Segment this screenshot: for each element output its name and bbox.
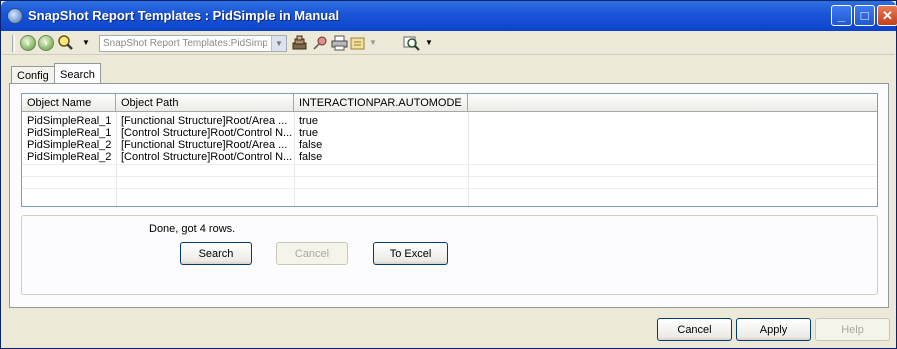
apply-button[interactable]: Apply <box>736 318 811 341</box>
to-excel-button[interactable]: To Excel <box>373 242 448 265</box>
status-text: Done, got 4 rows. <box>149 223 236 235</box>
combo-dropdown-icon[interactable]: ▼ <box>271 36 286 51</box>
results-table[interactable]: Object Name Object Path INTERACTIONPAR.A… <box>21 93 878 207</box>
cell-object-path: [Functional Structure]Root/Area ... <box>121 139 288 151</box>
forward-icon[interactable]: › <box>38 35 54 51</box>
cell-automode: true <box>299 115 318 127</box>
toolbar-grip[interactable] <box>12 35 15 52</box>
report-window: SnapShot Report Templates : PidSimple in… <box>0 0 897 349</box>
tab-search[interactable]: Search <box>54 63 101 84</box>
find-icon[interactable] <box>403 35 420 51</box>
minimize-button[interactable]: _ <box>831 5 852 26</box>
search-dropdown-icon[interactable]: ▼ <box>82 38 90 47</box>
column-header-object-path[interactable]: Object Path <box>116 94 294 112</box>
column-header-automode[interactable]: INTERACTIONPAR.AUTOMODE <box>294 94 468 112</box>
search-controls-group: Done, got 4 rows. Search Cancel To Excel <box>21 215 878 295</box>
row-divider <box>22 164 877 165</box>
export-dropdown-icon[interactable]: ▼ <box>369 38 377 47</box>
stack-icon[interactable] <box>291 35 308 51</box>
search-tab-panel: Object Name Object Path INTERACTIONPAR.A… <box>9 83 889 308</box>
cell-object-path: [Control Structure]Root/Control N... <box>121 151 293 163</box>
template-combo-value: SnapShot Report Templates:PidSimpl <box>103 38 267 49</box>
row-divider <box>22 188 877 189</box>
column-divider <box>468 112 469 206</box>
template-combo[interactable]: SnapShot Report Templates:PidSimpl ▼ <box>99 35 287 52</box>
cell-automode: false <box>299 151 323 163</box>
find-dropdown-icon[interactable]: ▼ <box>425 38 433 47</box>
column-header-object-name[interactable]: Object Name <box>22 94 116 112</box>
cancel-button[interactable]: Cancel <box>657 318 732 341</box>
close-button[interactable]: ✕ <box>877 5 897 26</box>
export-icon[interactable] <box>350 35 367 51</box>
row-divider <box>22 176 877 177</box>
cell-object-name: PidSimpleReal_1 <box>27 127 112 139</box>
tab-config[interactable]: Config <box>11 66 55 84</box>
back-icon[interactable]: ‹ <box>20 35 36 51</box>
pin-icon[interactable] <box>311 35 328 51</box>
dialog-footer: Cancel Apply Help <box>2 308 895 348</box>
cell-object-name: PidSimpleReal_1 <box>27 115 112 127</box>
search-button[interactable]: Search <box>180 242 252 265</box>
cell-object-name: PidSimpleReal_2 <box>27 139 112 151</box>
help-button[interactable]: Help <box>815 318 890 341</box>
cell-object-path: [Control Structure]Root/Control N... <box>121 127 293 139</box>
print-icon[interactable] <box>331 35 348 51</box>
maximize-button[interactable]: □ <box>854 5 875 26</box>
cell-automode: true <box>299 127 318 139</box>
cancel-search-button[interactable]: Cancel <box>276 242 348 265</box>
column-header-empty[interactable] <box>468 94 877 112</box>
toolbar: ‹ › ▼ SnapShot Report Templates:PidSimpl… <box>2 31 895 55</box>
window-title: SnapShot Report Templates : PidSimple in… <box>28 8 340 23</box>
cell-object-path: [Functional Structure]Root/Area ... <box>121 115 288 127</box>
app-icon <box>7 8 23 24</box>
cell-object-name: PidSimpleReal_2 <box>27 151 112 163</box>
cell-automode: false <box>299 139 323 151</box>
title-bar[interactable]: SnapShot Report Templates : PidSimple in… <box>1 1 897 31</box>
search-icon[interactable] <box>56 34 76 52</box>
